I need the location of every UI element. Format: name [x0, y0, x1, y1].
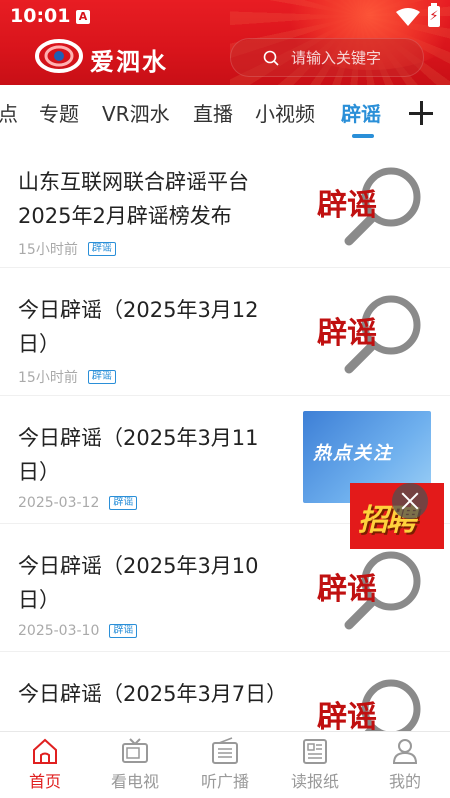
tab-zhuanti[interactable]: 专题 — [39, 98, 79, 127]
article-time: 2025-03-12 — [18, 495, 100, 511]
article-tag: 辟谣 — [87, 370, 116, 384]
nav-label: 首页 — [28, 772, 61, 791]
rumor-thumbnail: 辟谣 — [317, 679, 421, 731]
article-meta: 15小时前 辟谣 — [18, 239, 116, 259]
article-meta: 15小时前 辟谣 — [18, 367, 116, 387]
rumor-thumbnail: 辟谣 — [317, 167, 421, 246]
nav-radio[interactable]: 听广播 — [180, 736, 270, 792]
newspaper-icon — [303, 739, 327, 764]
nav-label: 看电视 — [110, 772, 159, 791]
tv-icon — [122, 738, 148, 763]
article-tag: 辟谣 — [109, 624, 138, 638]
nav-mine[interactable]: 我的 — [360, 736, 450, 792]
user-icon — [392, 739, 418, 764]
thumb-text: 辟谣 — [317, 700, 377, 731]
article-tag: 辟谣 — [109, 496, 138, 510]
home-icon — [33, 738, 57, 764]
nav-label: 听广播 — [200, 772, 249, 791]
nav-newspaper[interactable]: 读报纸 — [270, 736, 360, 792]
article-meta: 2025-03-12 辟谣 — [18, 495, 138, 511]
list-item[interactable]: 今日辟谣（2025年3月7日） 辟谣 — [0, 651, 450, 731]
search-input[interactable] — [289, 47, 421, 69]
article-time: 2025-03-10 — [18, 623, 100, 639]
article-time: 15小时前 — [18, 242, 78, 258]
article-title: 今日辟谣（2025年3月10日） — [18, 554, 259, 612]
add-channel-icon[interactable] — [404, 96, 438, 130]
hot-topic-text: 热点关注 — [313, 443, 393, 464]
article-meta: 2025-03-10 辟谣 — [18, 623, 138, 639]
floating-ad[interactable]: 招聘 — [350, 483, 444, 549]
tab-piyao[interactable]: 辟谣 — [341, 98, 381, 127]
status-bar: 10:01 A ⚡ — [0, 0, 450, 34]
app-name: 爱泗水 — [90, 48, 168, 76]
thumb-text: 辟谣 — [317, 572, 377, 607]
wifi-icon — [396, 8, 420, 26]
radio-icon — [212, 737, 238, 764]
rumor-thumbnail: 辟谣 — [317, 295, 421, 374]
search-icon — [263, 50, 279, 66]
article-tag: 辟谣 — [87, 242, 116, 256]
tab-dian[interactable]: 点 — [0, 98, 18, 127]
close-ad-icon[interactable] — [392, 483, 428, 519]
app-header: 10:01 A ⚡ 爱泗水 — [0, 0, 450, 85]
nav-tv[interactable]: 看电视 — [90, 736, 180, 792]
battery-icon: ⚡ — [428, 3, 440, 27]
article-title: 山东互联网联合辟谣平台2025年2月辟谣榜发布 — [18, 170, 249, 228]
article-time: 15小时前 — [18, 370, 78, 386]
nav-label: 读报纸 — [290, 772, 339, 791]
notification-a-icon: A — [76, 10, 90, 24]
article-title: 今日辟谣（2025年3月7日） — [18, 682, 288, 706]
list-item[interactable]: 山东互联网联合辟谣平台2025年2月辟谣榜发布 15小时前 辟谣 辟谣 — [0, 139, 450, 268]
bottom-nav: 首页 看电视 听广播 读报纸 我的 — [0, 731, 450, 798]
list-item[interactable]: 今日辟谣（2025年3月12日） 15小时前 辟谣 辟谣 — [0, 267, 450, 396]
status-time: 10:01 — [10, 5, 71, 27]
rumor-thumbnail: 辟谣 — [317, 551, 421, 630]
channel-tabs: 点 专题 VR泗水 直播 小视频 辟谣 — [0, 85, 450, 139]
nav-home[interactable]: 首页 — [0, 736, 90, 792]
thumb-text: 辟谣 — [317, 188, 377, 223]
article-title: 今日辟谣（2025年3月11日） — [18, 426, 259, 484]
nav-label: 我的 — [388, 772, 421, 791]
article-list: 山东互联网联合辟谣平台2025年2月辟谣榜发布 15小时前 辟谣 辟谣 今日辟谣… — [0, 139, 450, 731]
tab-xiaoshipin[interactable]: 小视频 — [255, 98, 315, 127]
search-bar[interactable] — [230, 38, 424, 77]
tab-zhibo[interactable]: 直播 — [193, 98, 233, 127]
tab-vr-sishui[interactable]: VR泗水 — [102, 98, 170, 127]
thumb-text: 辟谣 — [317, 316, 377, 351]
active-tab-indicator — [352, 134, 374, 138]
article-title: 今日辟谣（2025年3月12日） — [18, 298, 259, 356]
app-logo-icon — [35, 39, 83, 73]
